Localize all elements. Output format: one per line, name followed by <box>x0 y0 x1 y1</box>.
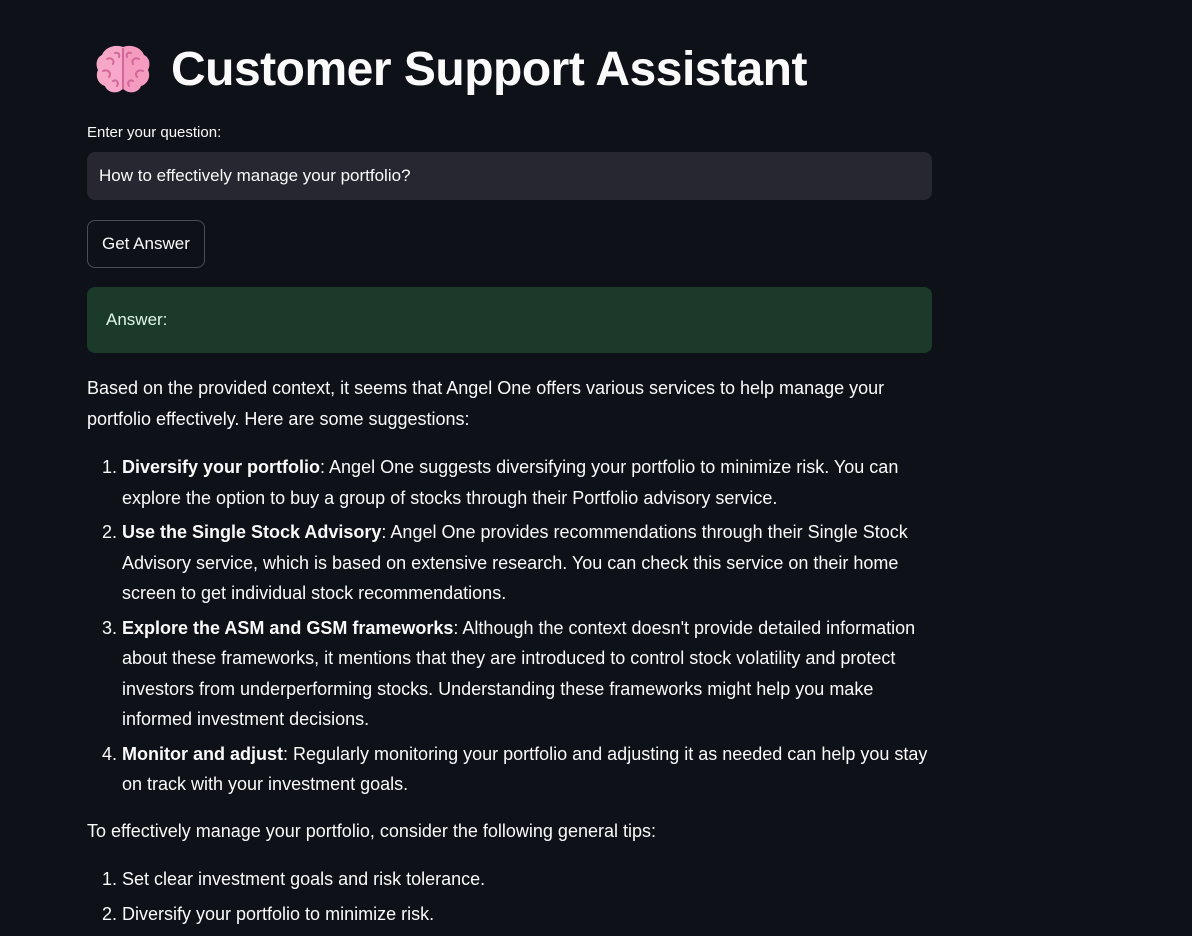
question-label: Enter your question: <box>87 124 222 141</box>
list-item: Monitor and adjust: Regularly monitoring… <box>122 739 932 800</box>
page-title: Customer Support Assistant <box>171 42 807 96</box>
answer-body: Based on the provided context, it seems … <box>87 373 932 936</box>
list-item: Explore the ASM and GSM frameworks: Alth… <box>122 613 932 735</box>
answer-banner-label: Answer: <box>106 310 168 329</box>
suggestion-heading: Use the Single Stock Advisory <box>122 522 382 542</box>
suggestion-heading: Monitor and adjust <box>122 743 283 764</box>
suggestion-heading: Explore the ASM and GSM frameworks <box>122 617 454 638</box>
list-item: Set clear investment goals and risk tole… <box>122 864 932 895</box>
title-row: Customer Support Assistant <box>87 36 807 102</box>
list-item: Diversify your portfolio to minimize ris… <box>122 899 932 930</box>
question-input[interactable] <box>87 152 932 200</box>
answer-banner: Answer: <box>87 287 932 353</box>
suggestions-list: Diversify your portfolio: Angel One sugg… <box>87 452 932 800</box>
tips-intro: To effectively manage your portfolio, co… <box>87 820 656 841</box>
answer-intro: Based on the provided context, it seems … <box>87 378 885 429</box>
tips-list: Set clear investment goals and risk tole… <box>87 864 932 929</box>
list-item: Diversify your portfolio: Angel One sugg… <box>122 452 932 513</box>
suggestion-heading: Diversify your portfolio <box>122 457 321 477</box>
list-item: Use the Single Stock Advisory: Angel One… <box>122 517 932 609</box>
get-answer-button[interactable]: Get Answer <box>87 220 205 268</box>
brain-icon <box>93 39 153 99</box>
